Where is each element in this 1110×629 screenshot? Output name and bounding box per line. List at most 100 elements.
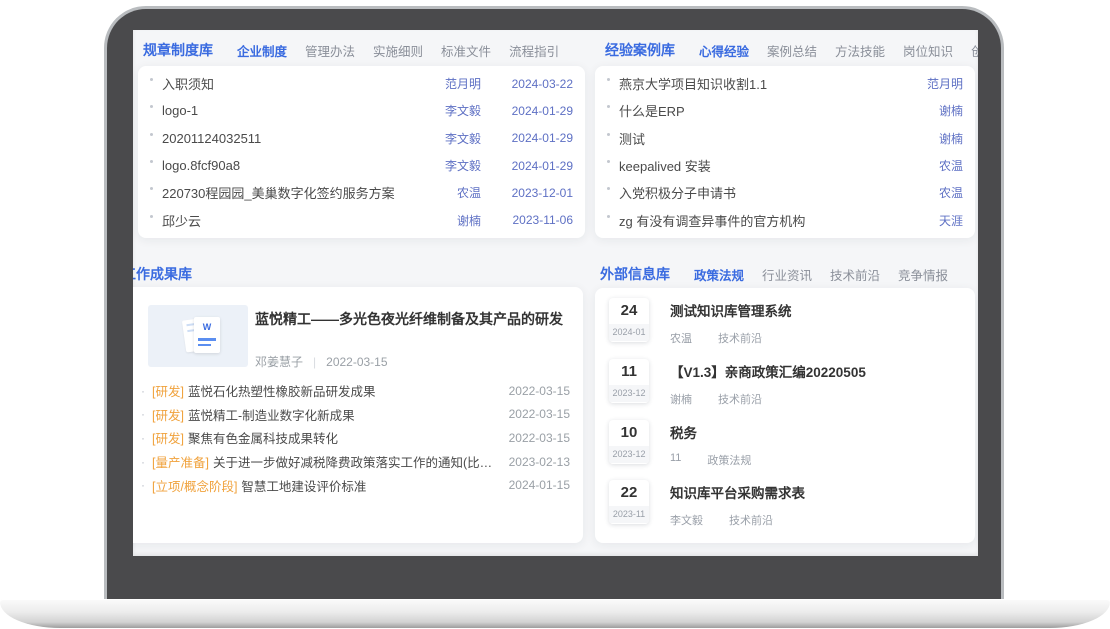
external-panel-title[interactable]: 外部信息库 [600,264,670,284]
list-item[interactable]: 测试 谢楠 [607,125,963,152]
list-item[interactable]: · [研发] 蓝悦石化热塑性橡胶新品研发成果 2022-03-15 [141,379,570,403]
item-category: 政策法规 [707,452,751,468]
item-bullet-icon [150,215,153,218]
item-bullet-icon [150,105,153,108]
external-item[interactable]: 10 2023-12 税务 11 政策法规 [609,416,961,477]
item-title[interactable]: 【V1.3】亲商政策汇编20220505 [670,365,866,380]
item-title[interactable]: 测试知识库管理系统 [670,304,792,319]
tab-biaozhun-wenjian[interactable]: 标准文件 [441,41,491,60]
experience-panel-title[interactable]: 经验案例库 [605,40,675,60]
tab-anli-zongjie[interactable]: 案例总结 [767,41,817,60]
list-item[interactable]: · [研发] 聚焦有色金属科技成果转化 2022-03-15 [141,426,570,450]
list-item[interactable]: · [研发] 蓝悦精工-制造业数字化新成果 2022-03-15 [141,403,570,427]
tab-xinde-jingyan[interactable]: 心得经验 [699,41,749,60]
list-item[interactable]: logo.8fcf90a8 李文毅 2024-01-29 [150,152,573,179]
external-item[interactable]: 11 2023-12 【V1.3】亲商政策汇编20220505 谢楠 技术前沿 [609,355,961,416]
date-month: 2024-01 [609,324,649,341]
item-title[interactable]: 智慧工地建设评价标准 [241,476,496,495]
list-item[interactable]: 220730程园园_美巢数字化签约服务方案 农温 2023-12-01 [150,179,573,206]
date-card: 11 2023-12 [609,359,649,403]
list-item[interactable]: zg 有没有调查异事件的官方机构 天涯 [607,207,963,234]
item-title[interactable]: 关于进一步做好减税降费政策落实工作的通知(比对文档) [213,452,497,471]
date-month: 2023-12 [609,446,649,463]
item-author: 农温 [411,184,481,201]
item-title[interactable]: 蓝悦石化热塑性橡胶新品研发成果 [188,381,497,400]
item-stage-tag: [研发] [152,428,184,447]
date-month: 2023-12 [609,385,649,402]
item-title[interactable]: 聚焦有色金属科技成果转化 [188,428,497,447]
experience-list-card: 燕京大学项目知识收割1.1 范月明 什么是ERP 谢楠 测试 谢楠 keepal… [595,66,975,238]
item-title[interactable]: 邱少云 [162,211,411,230]
date-card: 24 2024-01 [609,298,649,342]
item-author: 范月明 [411,75,481,92]
item-meta: 农温 技术前沿 [670,330,792,346]
tab-shishi-xize[interactable]: 实施细则 [373,41,423,60]
item-title[interactable]: logo.8fcf90a8 [162,158,411,173]
tab-liucheng-zhiyin[interactable]: 流程指引 [509,41,559,60]
list-item[interactable]: keepalived 安装 农温 [607,152,963,179]
item-stage-tag: [研发] [152,381,184,400]
rules-panel-title[interactable]: 规章制度库 [143,40,213,60]
tab-jishu-qianyan[interactable]: 技术前沿 [830,265,880,284]
item-author: 农温 [670,330,692,346]
item-title[interactable]: 税务 [670,426,751,441]
item-title[interactable]: logo-1 [162,103,411,118]
results-panel-title[interactable]: 工作成果库 [133,264,192,284]
rules-panel-header: 规章制度库 企业制度 管理办法 实施细则 标准文件 流程指引 [143,40,559,60]
item-date: 2022-03-15 [509,407,570,421]
item-title[interactable]: 入党积极分子申请书 [619,183,893,202]
item-title[interactable]: 蓝悦精工-制造业数字化新成果 [188,405,497,424]
external-panel-header: 外部信息库 政策法规 行业资讯 技术前沿 竞争情报 [600,264,948,284]
item-bullet-icon: · [141,478,145,492]
item-bullet-icon [607,105,610,108]
list-item[interactable]: · [立项/概念阶段] 智慧工地建设评价标准 2024-01-15 [141,473,570,497]
external-tabs: 政策法规 行业资讯 技术前沿 竞争情报 [694,265,948,284]
meta-divider: | [313,355,316,369]
experience-tabs: 心得经验 案例总结 方法技能 岗位知识 创新建议 [699,41,978,60]
item-title[interactable]: 220730程园园_美巢数字化签约服务方案 [162,183,411,202]
external-list: 24 2024-01 测试知识库管理系统 农温 技术前沿 11 2023 [595,288,975,543]
list-item[interactable]: 邱少云 谢楠 2023-11-06 [150,207,573,234]
item-title[interactable]: 测试 [619,129,893,148]
featured-title[interactable]: 蓝悦精工——多光色夜光纤维制备及其产品的研发 [255,309,563,329]
list-item[interactable]: logo-1 李文毅 2024-01-29 [150,97,573,124]
featured-date: 2022-03-15 [326,355,387,369]
item-category: 技术前沿 [718,330,762,346]
external-item-content: 税务 11 政策法规 [670,420,751,468]
date-day: 22 [609,480,649,506]
external-item[interactable]: 24 2024-01 测试知识库管理系统 农温 技术前沿 [609,294,961,355]
item-title[interactable]: 知识库平台采购需求表 [670,486,805,501]
list-item[interactable]: · [量产准备] 关于进一步做好减税降费政策落实工作的通知(比对文档) 2023… [141,450,570,474]
tab-guanli-banfa[interactable]: 管理办法 [305,41,355,60]
tab-hangye-zixun[interactable]: 行业资讯 [762,265,812,284]
external-item[interactable]: 22 2023-11 知识库平台采购需求表 李文毅 技术前沿 [609,476,961,537]
item-author: 谢楠 [893,130,963,147]
item-title[interactable]: zg 有没有调查异事件的官方机构 [619,211,893,230]
tab-gangwei-zhishi[interactable]: 岗位知识 [903,41,953,60]
item-title[interactable]: 20201124032511 [162,131,411,146]
item-category: 技术前沿 [718,391,762,407]
word-letter: W [203,322,212,332]
item-bullet-icon [607,133,610,136]
list-item[interactable]: 入职须知 范月明 2024-03-22 [150,70,573,97]
item-title[interactable]: 燕京大学项目知识收割1.1 [619,74,893,93]
item-title[interactable]: 什么是ERP [619,101,893,120]
tab-fangfa-jineng[interactable]: 方法技能 [835,41,885,60]
list-item[interactable]: 燕京大学项目知识收割1.1 范月明 [607,70,963,97]
item-title[interactable]: 入职须知 [162,74,411,93]
featured-result[interactable]: W 蓝悦精工——多光色夜光纤维制备及其产品的研发 邓姜慧子 | 2022-03-… [148,305,569,371]
list-item[interactable]: 什么是ERP 谢楠 [607,97,963,124]
date-card: 10 2023-12 [609,420,649,464]
word-doc-icon: W [194,317,220,353]
item-meta: 谢楠 技术前沿 [670,391,866,407]
tab-qiye-zhidu[interactable]: 企业制度 [237,41,287,60]
list-item[interactable]: 入党积极分子申请书 农温 [607,179,963,206]
tab-chuangxin-jianyi[interactable]: 创新建议 [971,41,978,60]
item-date: 2024-03-22 [481,77,573,91]
item-title[interactable]: keepalived 安装 [619,156,893,175]
laptop-mockup: 规章制度库 企业制度 管理办法 实施细则 标准文件 流程指引 入职须知 范月明 … [0,0,1110,629]
word-doc-thumbnail[interactable]: W [148,305,248,367]
list-item[interactable]: 20201124032511 李文毅 2024-01-29 [150,125,573,152]
tab-jingzheng-qingbao[interactable]: 竞争情报 [898,265,948,284]
tab-zhengce-fagui[interactable]: 政策法规 [694,265,744,284]
